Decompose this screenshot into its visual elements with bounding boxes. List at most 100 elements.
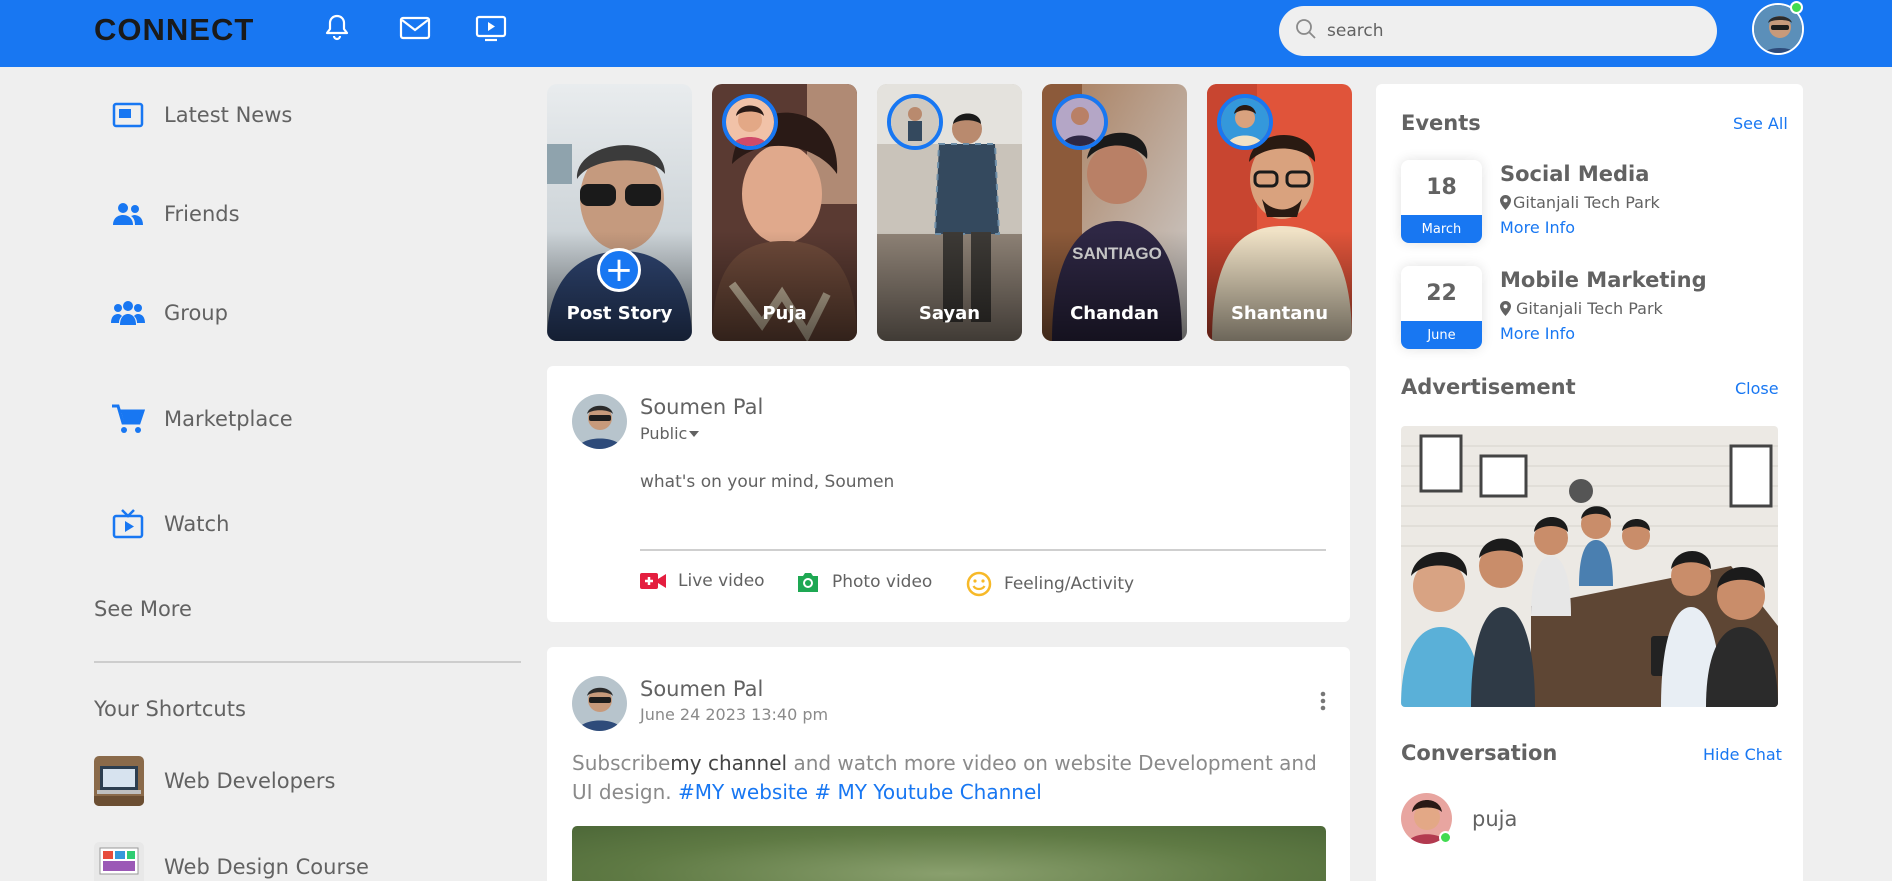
caret-down-icon [689,430,700,438]
online-status-dot [1439,831,1452,844]
event-location: Gitanjali Tech Park [1500,299,1663,318]
live-video-icon [640,572,666,590]
online-status-dot [1790,1,1803,14]
see-more-link[interactable]: See More [94,597,192,621]
story-avatar [722,94,778,150]
sidebar-item-label: Friends [164,202,240,226]
contact-avatar-wrapper [1401,793,1452,844]
shortcut-thumbnail [94,756,144,806]
action-label: Feeling/Activity [1004,574,1135,594]
hide-chat-link[interactable]: Hide Chat [1703,745,1782,764]
privacy-label: Public [640,424,688,443]
cart-icon [110,401,146,437]
conversation-heading: Conversation [1401,741,1558,765]
shortcut-label: Web Design Course [164,855,369,879]
location-pin-icon [1500,301,1511,316]
story-avatar [1052,94,1108,150]
event-location-text: Gitanjali Tech Park [1516,299,1663,318]
shortcut-web-design-course[interactable]: Web Design Course [94,842,369,881]
composer-avatar[interactable] [572,394,627,449]
shortcuts-heading: Your Shortcuts [94,697,246,721]
post-author-avatar[interactable] [572,676,627,731]
post-image [572,826,1326,881]
events-heading: Events [1401,111,1481,135]
mail-icon[interactable] [397,10,433,46]
action-label: Live video [678,571,765,591]
feeling-activity-button[interactable]: Feeling/Activity [966,571,1134,597]
shortcut-label: Web Developers [164,769,336,793]
add-story-icon[interactable]: + [597,248,641,292]
group-icon [110,295,146,331]
photo-video-button[interactable]: Photo video [796,571,932,593]
search-bar[interactable] [1279,6,1717,56]
story-puja[interactable]: Puja [712,84,857,341]
hashtag-link-youtube[interactable]: # MY Youtube Channel [808,780,1041,804]
more-options-icon[interactable] [1314,689,1332,713]
privacy-selector[interactable]: Public [640,424,700,443]
sidebar-item-group[interactable]: Group [110,295,228,331]
sidebar-divider [94,661,521,663]
story-chandan[interactable]: SANTIAGO Chandan [1042,84,1187,341]
event-more-info-link[interactable]: More Info [1500,218,1575,237]
story-avatar [1217,94,1273,150]
event-date-badge: 18 March [1401,160,1482,243]
sidebar-item-label: Watch [164,512,230,536]
see-all-events-link[interactable]: See All [1733,114,1788,133]
camera-icon [796,571,820,593]
story-shantanu[interactable]: Shantanu [1207,84,1352,341]
sidebar-item-label: Marketplace [164,407,293,431]
hashtag-link-website[interactable]: #MY website [678,780,808,804]
event-location-text: Gitanjali Tech Park [1513,193,1660,212]
advertisement-heading: Advertisement [1401,375,1576,399]
story-name: Puja [762,303,807,324]
post-text-highlight: my channel [670,751,788,775]
story-name: Sayan [918,303,981,324]
event-month: June [1401,321,1482,349]
composer-user-name[interactable]: Soumen Pal [640,395,763,419]
post-text-input[interactable] [640,472,1326,492]
story-name: Shantanu [1230,303,1329,324]
composer-divider [640,549,1326,551]
event-location: Gitanjali Tech Park [1500,193,1660,212]
search-icon [1295,18,1317,44]
live-video-button[interactable]: Live video [640,571,765,591]
sidebar-item-watch[interactable]: Watch [110,506,229,542]
contact-name: puja [1472,806,1518,831]
sidebar-item-marketplace[interactable]: Marketplace [110,401,293,437]
bell-icon[interactable] [319,10,355,46]
top-navbar: CONNECT [0,0,1892,67]
event-day: 22 [1426,281,1457,306]
search-input[interactable] [1327,21,1687,41]
post-author-name[interactable]: Soumen Pal [640,677,763,701]
chat-contact-puja[interactable]: puja [1401,793,1517,844]
smiley-icon [966,571,992,597]
event-more-info-link[interactable]: More Info [1500,324,1575,343]
story-post-story[interactable]: + Post Story [547,84,692,341]
news-icon [110,97,146,133]
event-month: March [1401,215,1482,243]
friends-icon [110,196,146,232]
event-day: 18 [1426,175,1457,200]
post-body: Subscribemy channel and watch more video… [572,749,1332,807]
shortcut-web-developers[interactable]: Web Developers [94,756,335,806]
advertisement-image[interactable] [1401,426,1778,707]
event-date-badge: 22 June [1401,266,1482,349]
event-title[interactable]: Mobile Marketing [1500,268,1707,292]
story-sayan[interactable]: Sayan [877,84,1022,341]
sidebar-item-label: Latest News [164,103,293,127]
shortcut-thumbnail [94,842,144,881]
video-icon[interactable] [473,10,509,46]
sidebar-item-label: Group [164,301,228,325]
event-title[interactable]: Social Media [1500,162,1649,186]
story-avatar [887,94,943,150]
close-ad-link[interactable]: Close [1735,379,1779,398]
tv-icon [110,506,146,542]
post-timestamp: June 24 2023 13:40 pm [640,705,829,724]
location-pin-icon [1500,195,1511,210]
sidebar-item-friends[interactable]: Friends [110,196,240,232]
logo[interactable]: CONNECT [94,12,254,48]
sidebar-item-latest-news[interactable]: Latest News [110,97,292,133]
post-text-prefix: Subscribe [572,751,671,775]
story-name: Post Story [566,303,673,324]
story-name: Chandan [1070,303,1159,324]
